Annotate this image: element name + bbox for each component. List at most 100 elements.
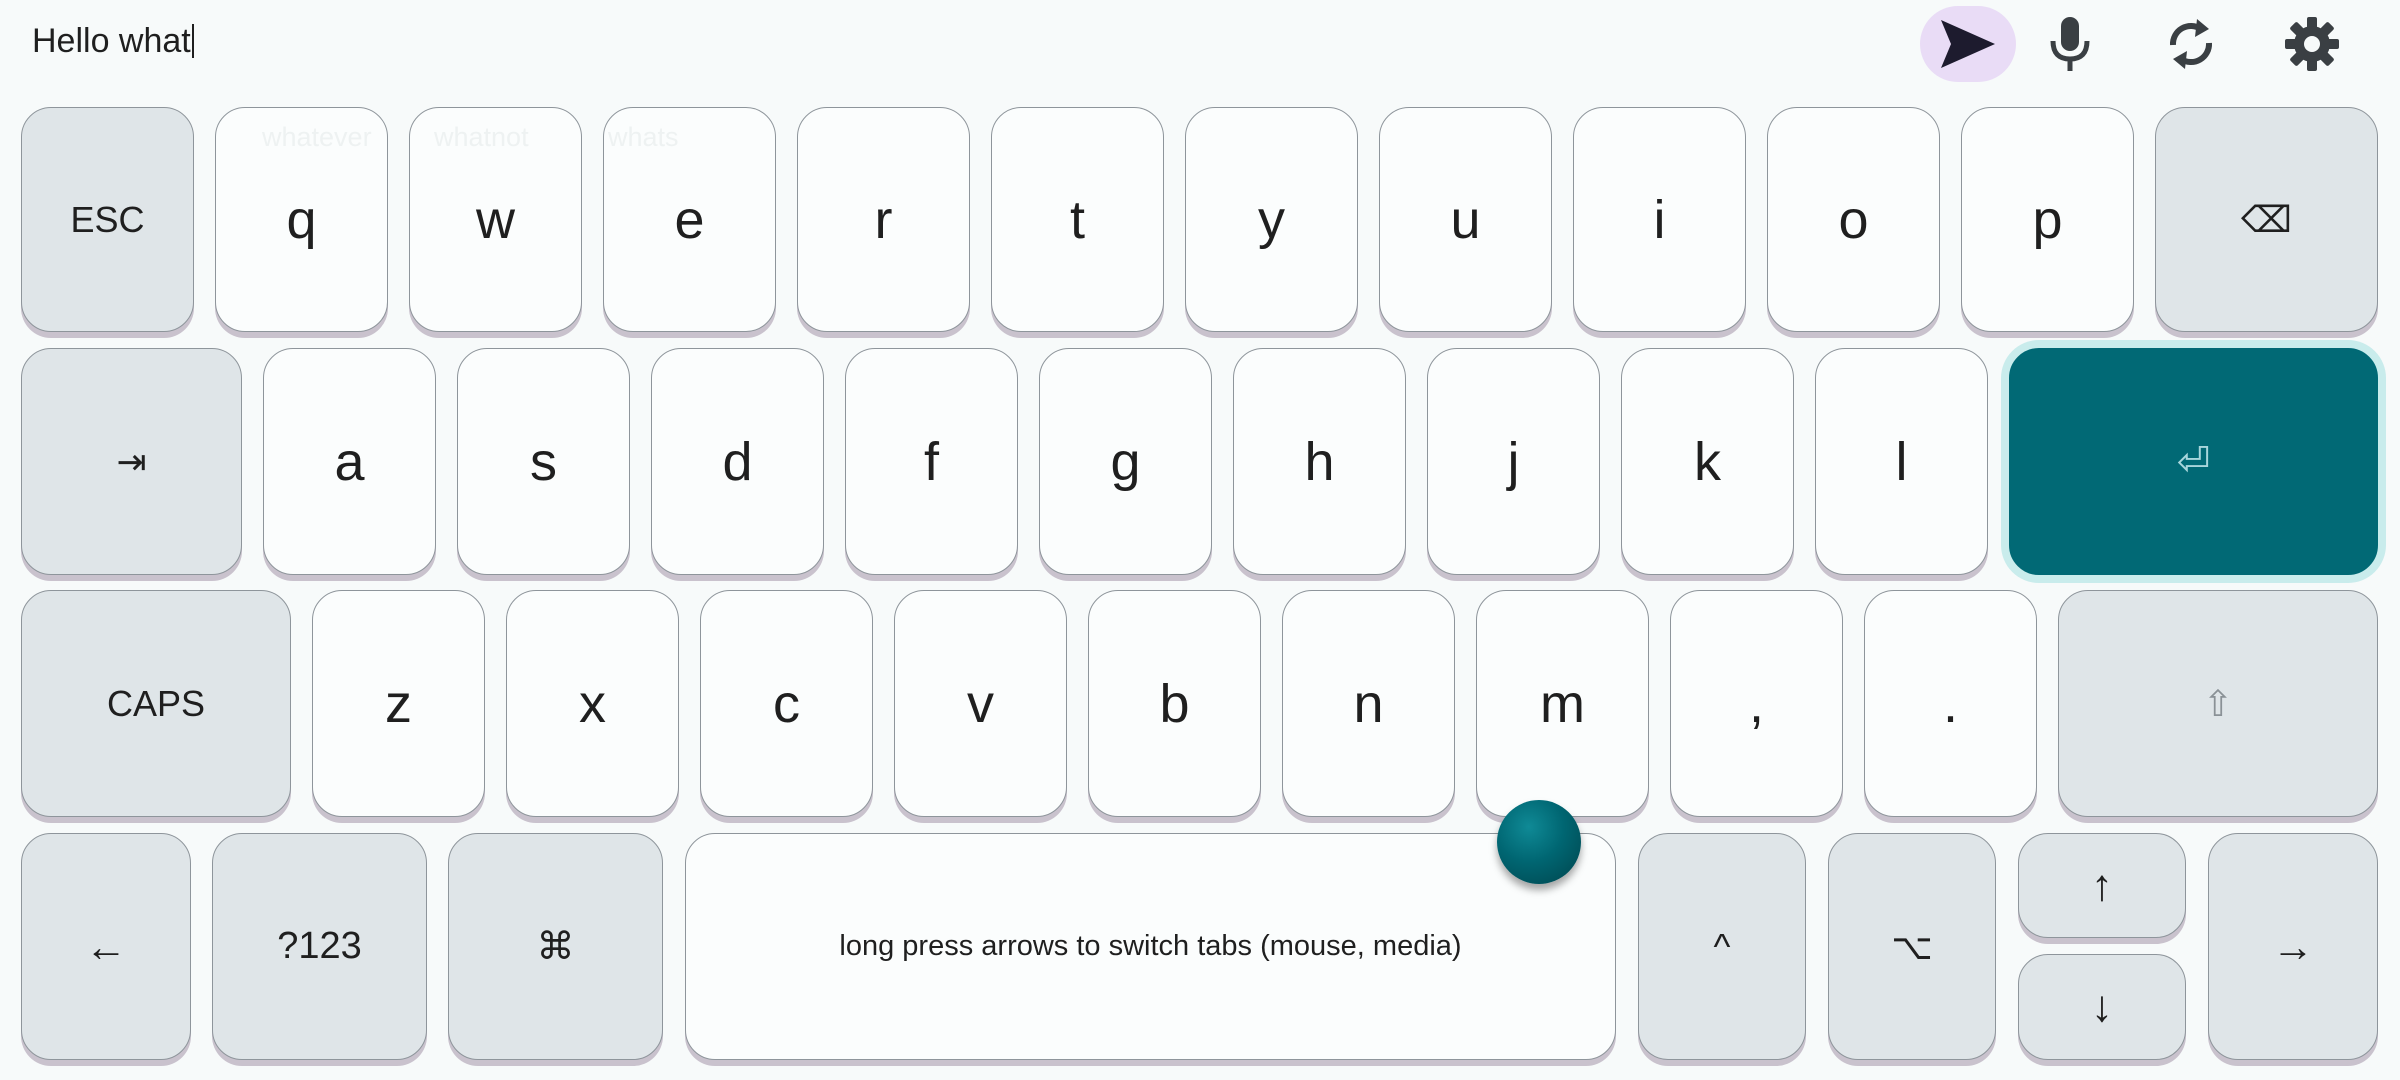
- key-m[interactable]: m: [1476, 590, 1649, 817]
- text-caret: [191, 24, 194, 58]
- enter-key[interactable]: ⏎: [2009, 348, 2378, 575]
- key-q-label: q: [286, 189, 317, 250]
- key-s[interactable]: s: [457, 348, 630, 575]
- right-arrow-key[interactable]: →: [2208, 833, 2378, 1060]
- top-bar: Hello what: [0, 0, 2400, 90]
- key-w-label: w: [476, 189, 515, 250]
- ctrl-key[interactable]: ^: [1638, 833, 1806, 1060]
- microphone-icon: [2048, 15, 2092, 73]
- key-f[interactable]: f: [845, 348, 1018, 575]
- key-x-label: x: [579, 673, 606, 734]
- key-e-label: e: [674, 189, 705, 250]
- key-l[interactable]: l: [1815, 348, 1988, 575]
- input-text: Hello what: [32, 22, 191, 60]
- esc-key[interactable]: ESC: [21, 107, 194, 332]
- key-k-label: k: [1694, 431, 1721, 492]
- key-r[interactable]: r: [797, 107, 970, 332]
- key-i[interactable]: i: [1573, 107, 1746, 332]
- settings-button[interactable]: [2264, 6, 2360, 82]
- caps-key-label: CAPS: [106, 682, 206, 724]
- backspace-key[interactable]: ⌫: [2155, 107, 2378, 332]
- key-d-label: d: [722, 431, 753, 492]
- key-m-label: m: [1540, 673, 1585, 734]
- gear-icon: [2284, 16, 2340, 72]
- suggestion-1[interactable]: whatever: [262, 122, 372, 153]
- text-input[interactable]: Hello what: [32, 18, 194, 64]
- suggestion-3[interactable]: whats: [608, 122, 679, 153]
- sync-button[interactable]: [2143, 6, 2239, 82]
- backspace-icon: ⌫: [2241, 198, 2292, 240]
- key-y[interactable]: y: [1185, 107, 1358, 332]
- up-arrow-key[interactable]: ↑: [2018, 833, 2186, 938]
- left-arrow-icon: ←: [85, 922, 127, 970]
- key-b-label: b: [1159, 673, 1190, 734]
- numbers-key[interactable]: ?123: [212, 833, 427, 1060]
- esc-key-label: ESC: [70, 198, 145, 240]
- key-j[interactable]: j: [1427, 348, 1600, 575]
- send-button[interactable]: [1920, 6, 2016, 82]
- key-a-label: a: [334, 431, 365, 492]
- microphone-button[interactable]: [2022, 6, 2118, 82]
- key-g-label: g: [1110, 431, 1141, 492]
- key-z-label: z: [385, 673, 412, 734]
- alt-icon: ⌥: [1891, 925, 1933, 967]
- key-e[interactable]: whats e: [603, 107, 776, 332]
- down-arrow-icon: ↓: [2091, 982, 2113, 1031]
- ctrl-icon: ^: [1713, 925, 1731, 967]
- key-t[interactable]: t: [991, 107, 1164, 332]
- key-c[interactable]: c: [700, 590, 873, 817]
- key-o[interactable]: o: [1767, 107, 1940, 332]
- key-y-label: y: [1258, 189, 1285, 250]
- sync-icon: [2164, 15, 2218, 73]
- tab-key[interactable]: ⇥: [21, 348, 242, 575]
- key-period-label: .: [1942, 673, 1958, 734]
- key-a[interactable]: a: [263, 348, 436, 575]
- caps-key[interactable]: CAPS: [21, 590, 291, 817]
- left-arrow-key[interactable]: ←: [21, 833, 191, 1060]
- down-arrow-key[interactable]: ↓: [2018, 954, 2186, 1060]
- shift-icon: ⇧: [2202, 682, 2234, 724]
- key-g[interactable]: g: [1039, 348, 1212, 575]
- key-w[interactable]: whatnot w: [409, 107, 582, 332]
- space-key-hint: long press arrows to switch tabs (mouse,…: [839, 930, 1462, 962]
- key-p-label: p: [2032, 189, 2063, 250]
- key-v-label: v: [967, 673, 994, 734]
- key-d[interactable]: d: [651, 348, 824, 575]
- key-h[interactable]: h: [1233, 348, 1406, 575]
- key-s-label: s: [530, 431, 557, 492]
- shift-key[interactable]: ⇧: [2058, 590, 2378, 817]
- key-v[interactable]: v: [894, 590, 1067, 817]
- key-u-label: u: [1450, 189, 1481, 250]
- key-k[interactable]: k: [1621, 348, 1794, 575]
- key-u[interactable]: u: [1379, 107, 1552, 332]
- numbers-key-label: ?123: [277, 925, 362, 967]
- key-p[interactable]: p: [1961, 107, 2134, 332]
- right-arrow-icon: →: [2272, 922, 2314, 970]
- key-period[interactable]: .: [1864, 590, 2037, 817]
- key-r-label: r: [874, 189, 893, 250]
- key-h-label: h: [1304, 431, 1335, 492]
- key-j-label: j: [1507, 431, 1520, 492]
- enter-icon: ⏎: [2176, 439, 2211, 484]
- up-arrow-icon: ↑: [2091, 860, 2113, 910]
- key-comma-label: ,: [1748, 673, 1764, 734]
- key-o-label: o: [1838, 189, 1869, 250]
- key-f-label: f: [923, 431, 939, 492]
- key-t-label: t: [1069, 189, 1085, 250]
- space-key[interactable]: long press arrows to switch tabs (mouse,…: [685, 833, 1616, 1060]
- key-q[interactable]: whatever q: [215, 107, 388, 332]
- key-l-label: l: [1895, 431, 1908, 492]
- cmd-key[interactable]: ⌘: [448, 833, 663, 1060]
- key-b[interactable]: b: [1088, 590, 1261, 817]
- tab-icon: ⇥: [116, 440, 147, 482]
- touch-indicator: [1497, 800, 1581, 884]
- key-z[interactable]: z: [312, 590, 485, 817]
- key-c-label: c: [773, 673, 800, 734]
- alt-key[interactable]: ⌥: [1828, 833, 1996, 1060]
- key-n-label: n: [1353, 673, 1384, 734]
- key-x[interactable]: x: [506, 590, 679, 817]
- key-n[interactable]: n: [1282, 590, 1455, 817]
- suggestion-2[interactable]: whatnot: [434, 122, 529, 153]
- key-i-label: i: [1653, 189, 1666, 250]
- key-comma[interactable]: ,: [1670, 590, 1843, 817]
